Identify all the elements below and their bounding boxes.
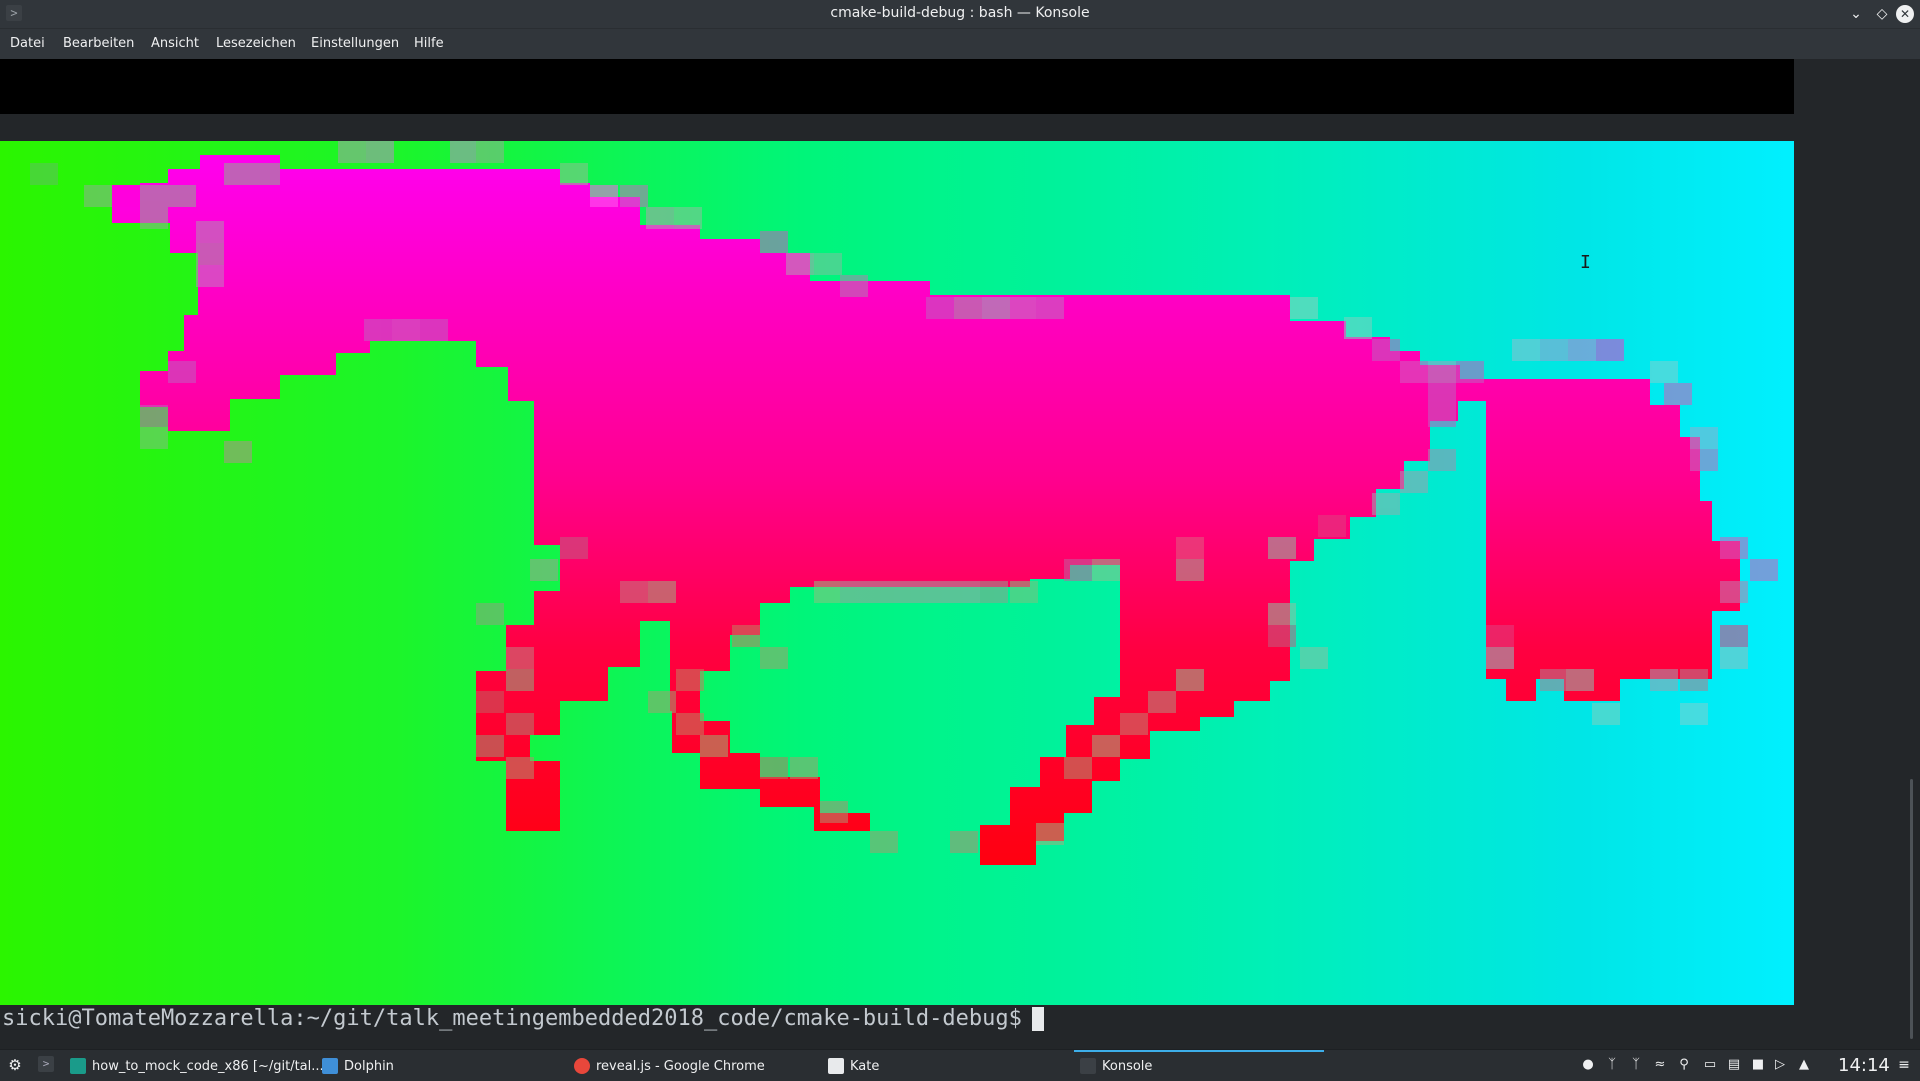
battery-icon[interactable]: ▭ xyxy=(1702,1057,1718,1073)
menu-icon[interactable]: ≡ xyxy=(1896,1057,1912,1073)
task-label: reveal.js - Google Chrome xyxy=(596,1059,765,1074)
user-icon[interactable]: ● xyxy=(1580,1057,1596,1073)
pink-pixel xyxy=(112,185,140,207)
horse-body-shape xyxy=(112,155,1740,865)
shell-prompt: sicki@TomateMozzarella:~/git/talk_meetin… xyxy=(2,1006,1022,1031)
kate-icon xyxy=(828,1058,844,1074)
maximize-diamond-icon[interactable]: ◇ xyxy=(1872,4,1892,24)
terminal-output-strip xyxy=(0,59,1794,114)
task-label: Konsole xyxy=(1102,1059,1153,1074)
menu-lesezeichen[interactable]: Lesezeichen xyxy=(216,36,296,51)
shell-prompt-line[interactable]: sicki@TomateMozzarella:~/git/talk_meetin… xyxy=(2,1005,1044,1033)
chrome-icon xyxy=(574,1058,590,1074)
menu-bar: Datei Bearbeiten Ansicht Lesezeichen Ein… xyxy=(0,29,1920,59)
clipboard-icon[interactable]: ▤ xyxy=(1726,1057,1742,1073)
task-chrome[interactable]: reveal.js - Google Chrome xyxy=(568,1052,818,1080)
volume-icon[interactable]: ▷ xyxy=(1772,1057,1788,1073)
task-label: how_to_mock_code_x86 [~/git/tal... xyxy=(92,1059,324,1074)
menu-bearbeiten[interactable]: Bearbeiten xyxy=(63,36,134,51)
task-label: Kate xyxy=(850,1059,880,1074)
minimize-chevron-down-icon[interactable]: ⌄ xyxy=(1846,4,1866,24)
close-icon[interactable]: ✕ xyxy=(1896,5,1914,23)
terminal-cursor xyxy=(1031,1007,1044,1031)
menu-datei[interactable]: Datei xyxy=(10,36,45,51)
network-icon[interactable]: ⚲ xyxy=(1676,1057,1692,1073)
window-title: cmake-build-debug : bash — Konsole xyxy=(830,5,1090,21)
clion-icon xyxy=(70,1058,86,1074)
task-konsole[interactable]: Konsole xyxy=(1074,1050,1324,1080)
bluetooth-icon[interactable]: ᛉ xyxy=(1628,1057,1644,1073)
system-tray: ● ᛉ ᛉ ≈ ⚲ ▭ ▤ ■ ▷ ▲ xyxy=(1580,1050,1830,1081)
task-dolphin[interactable]: Dolphin xyxy=(316,1052,556,1080)
folder-icon xyxy=(322,1058,338,1074)
bluetooth-icon[interactable]: ᛉ xyxy=(1604,1057,1620,1073)
terminal-launcher-icon[interactable]: > xyxy=(38,1056,54,1072)
task-kate[interactable]: Kate xyxy=(822,1052,1062,1080)
menu-einstellungen[interactable]: Einstellungen xyxy=(311,36,399,51)
lock-icon[interactable]: ■ xyxy=(1750,1057,1766,1073)
task-label: Dolphin xyxy=(344,1059,394,1074)
pixel-art-horse-image xyxy=(0,141,1794,1005)
menu-hilfe[interactable]: Hilfe xyxy=(414,36,444,51)
ibeam-cursor-icon: I xyxy=(1580,252,1591,273)
wifi-icon[interactable]: ≈ xyxy=(1652,1057,1668,1073)
scrollbar-thumb[interactable] xyxy=(1910,779,1913,1039)
clock[interactable]: 14:14 xyxy=(1838,1055,1890,1076)
window-titlebar: > cmake-build-debug : bash — Konsole ⌄ ◇… xyxy=(0,0,1920,29)
app-launcher-icon[interactable]: ⚙ xyxy=(6,1056,24,1074)
terminal-icon xyxy=(1080,1058,1096,1074)
taskbar: ⚙ > how_to_mock_code_x86 [~/git/tal... D… xyxy=(0,1049,1920,1081)
arrow-up-icon[interactable]: ▲ xyxy=(1796,1057,1812,1073)
menu-ansicht[interactable]: Ansicht xyxy=(151,36,199,51)
horse-svg xyxy=(30,141,1778,865)
task-clion[interactable]: how_to_mock_code_x86 [~/git/tal... xyxy=(64,1052,324,1080)
terminal-scrollbar[interactable] xyxy=(1904,59,1920,1049)
